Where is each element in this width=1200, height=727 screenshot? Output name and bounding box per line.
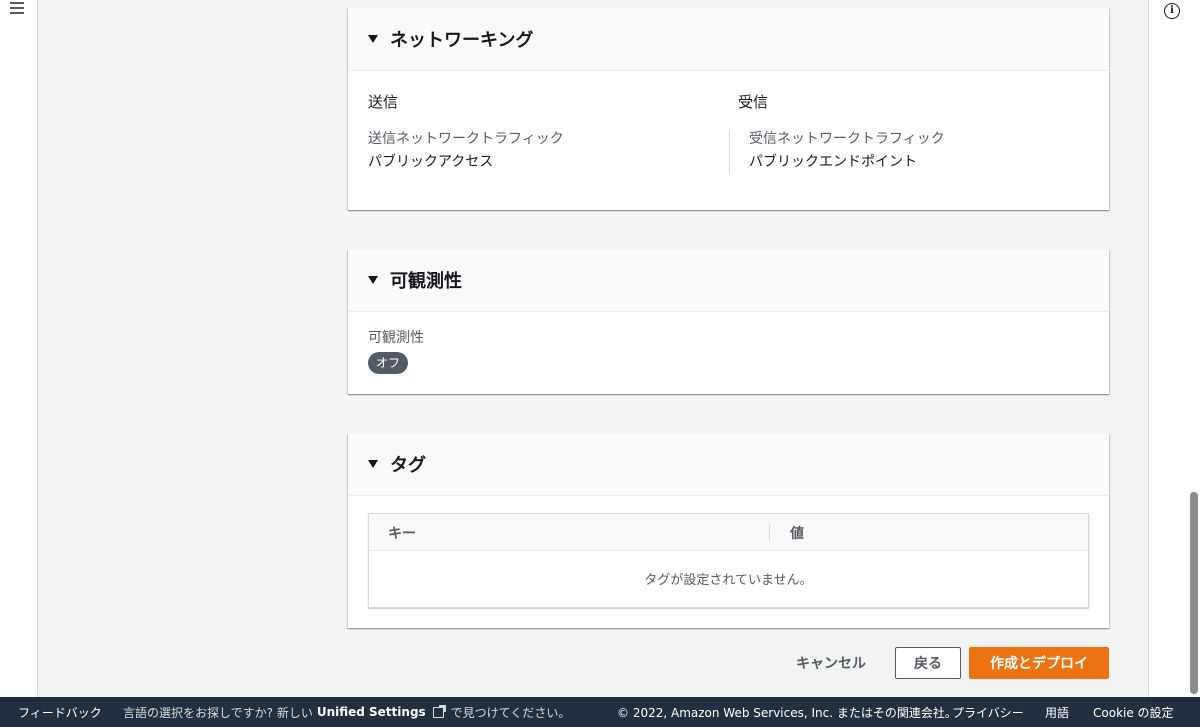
tools-panel-rail: i: [1148, 0, 1200, 697]
language-notice-prefix: 言語の選択をお探しですか? 新しい: [123, 705, 313, 720]
observability-panel-header[interactable]: 可観測性: [348, 249, 1109, 312]
column-divider: [729, 130, 730, 174]
outbound-kv: 送信ネットワークトラフィック パブリックアクセス: [368, 128, 564, 174]
unified-settings-link[interactable]: Unified Settings: [317, 705, 426, 719]
info-icon[interactable]: i: [1164, 3, 1180, 19]
column-separator: [769, 524, 770, 541]
console-footer: フィードバック 言語の選択をお探しですか? 新しい Unified Settin…: [0, 697, 1200, 727]
caret-down-icon: [368, 276, 378, 284]
tags-title: タグ: [390, 455, 426, 476]
terms-link[interactable]: 用語: [1045, 704, 1069, 721]
outbound-traffic-value: パブリックアクセス: [368, 154, 494, 170]
inbound-kv: 受信ネットワークトラフィック パブリックエンドポイント: [749, 128, 945, 174]
column-header-key: キー: [388, 526, 416, 542]
feedback-link[interactable]: フィードバック: [18, 704, 102, 721]
copyright-text: © 2022, Amazon Web Services, Inc. またはその関…: [617, 705, 957, 720]
tags-panel-header[interactable]: タグ: [348, 433, 1109, 496]
column-header-value: 値: [790, 526, 804, 542]
caret-down-icon: [368, 35, 378, 43]
menu-icon[interactable]: [10, 2, 24, 14]
create-and-deploy-button[interactable]: 作成とデプロイ: [969, 647, 1109, 679]
observability-title: 可観測性: [390, 271, 462, 292]
networking-title: ネットワーキング: [390, 30, 534, 51]
caret-down-icon: [368, 460, 378, 468]
external-link-icon: [432, 704, 446, 718]
inbound-traffic-value: パブリックエンドポイント: [749, 154, 917, 170]
status-badge: オフ: [368, 352, 409, 374]
tags-panel: タグ キー 値 タグが設定されていません。: [348, 433, 1109, 628]
form-actions: キャンセル 戻る 作成とデプロイ: [782, 647, 1109, 679]
outbound-traffic-label: 送信ネットワークトラフィック: [368, 131, 564, 147]
back-button[interactable]: 戻る: [895, 647, 961, 679]
language-notice-suffix: で見つけてください。: [450, 705, 571, 720]
cookie-settings-link[interactable]: Cookie の設定: [1093, 704, 1174, 721]
inbound-heading: 受信: [738, 93, 769, 111]
observability-label: 可観測性: [368, 330, 424, 346]
outbound-heading: 送信: [368, 93, 399, 111]
inbound-traffic-label: 受信ネットワークトラフィック: [749, 131, 945, 147]
side-navigation-rail: [0, 0, 38, 697]
observability-panel: 可観測性 可観測性 オフ: [348, 249, 1109, 394]
empty-tags-message: タグが設定されていません。: [644, 573, 813, 588]
networking-panel: ネットワーキング 送信 受信 送信ネットワークトラフィック パブリックアクセス …: [348, 8, 1109, 210]
tags-table-header: キー 値: [369, 514, 1088, 551]
scrollbar[interactable]: [1190, 492, 1198, 694]
networking-panel-header[interactable]: ネットワーキング: [348, 8, 1109, 71]
language-notice: 言語の選択をお探しですか? 新しい Unified Settings で見つけて…: [123, 704, 570, 721]
privacy-link[interactable]: プライバシー: [952, 704, 1024, 721]
tags-table: キー 値 タグが設定されていません。: [368, 513, 1089, 608]
cancel-button[interactable]: キャンセル: [782, 653, 880, 673]
